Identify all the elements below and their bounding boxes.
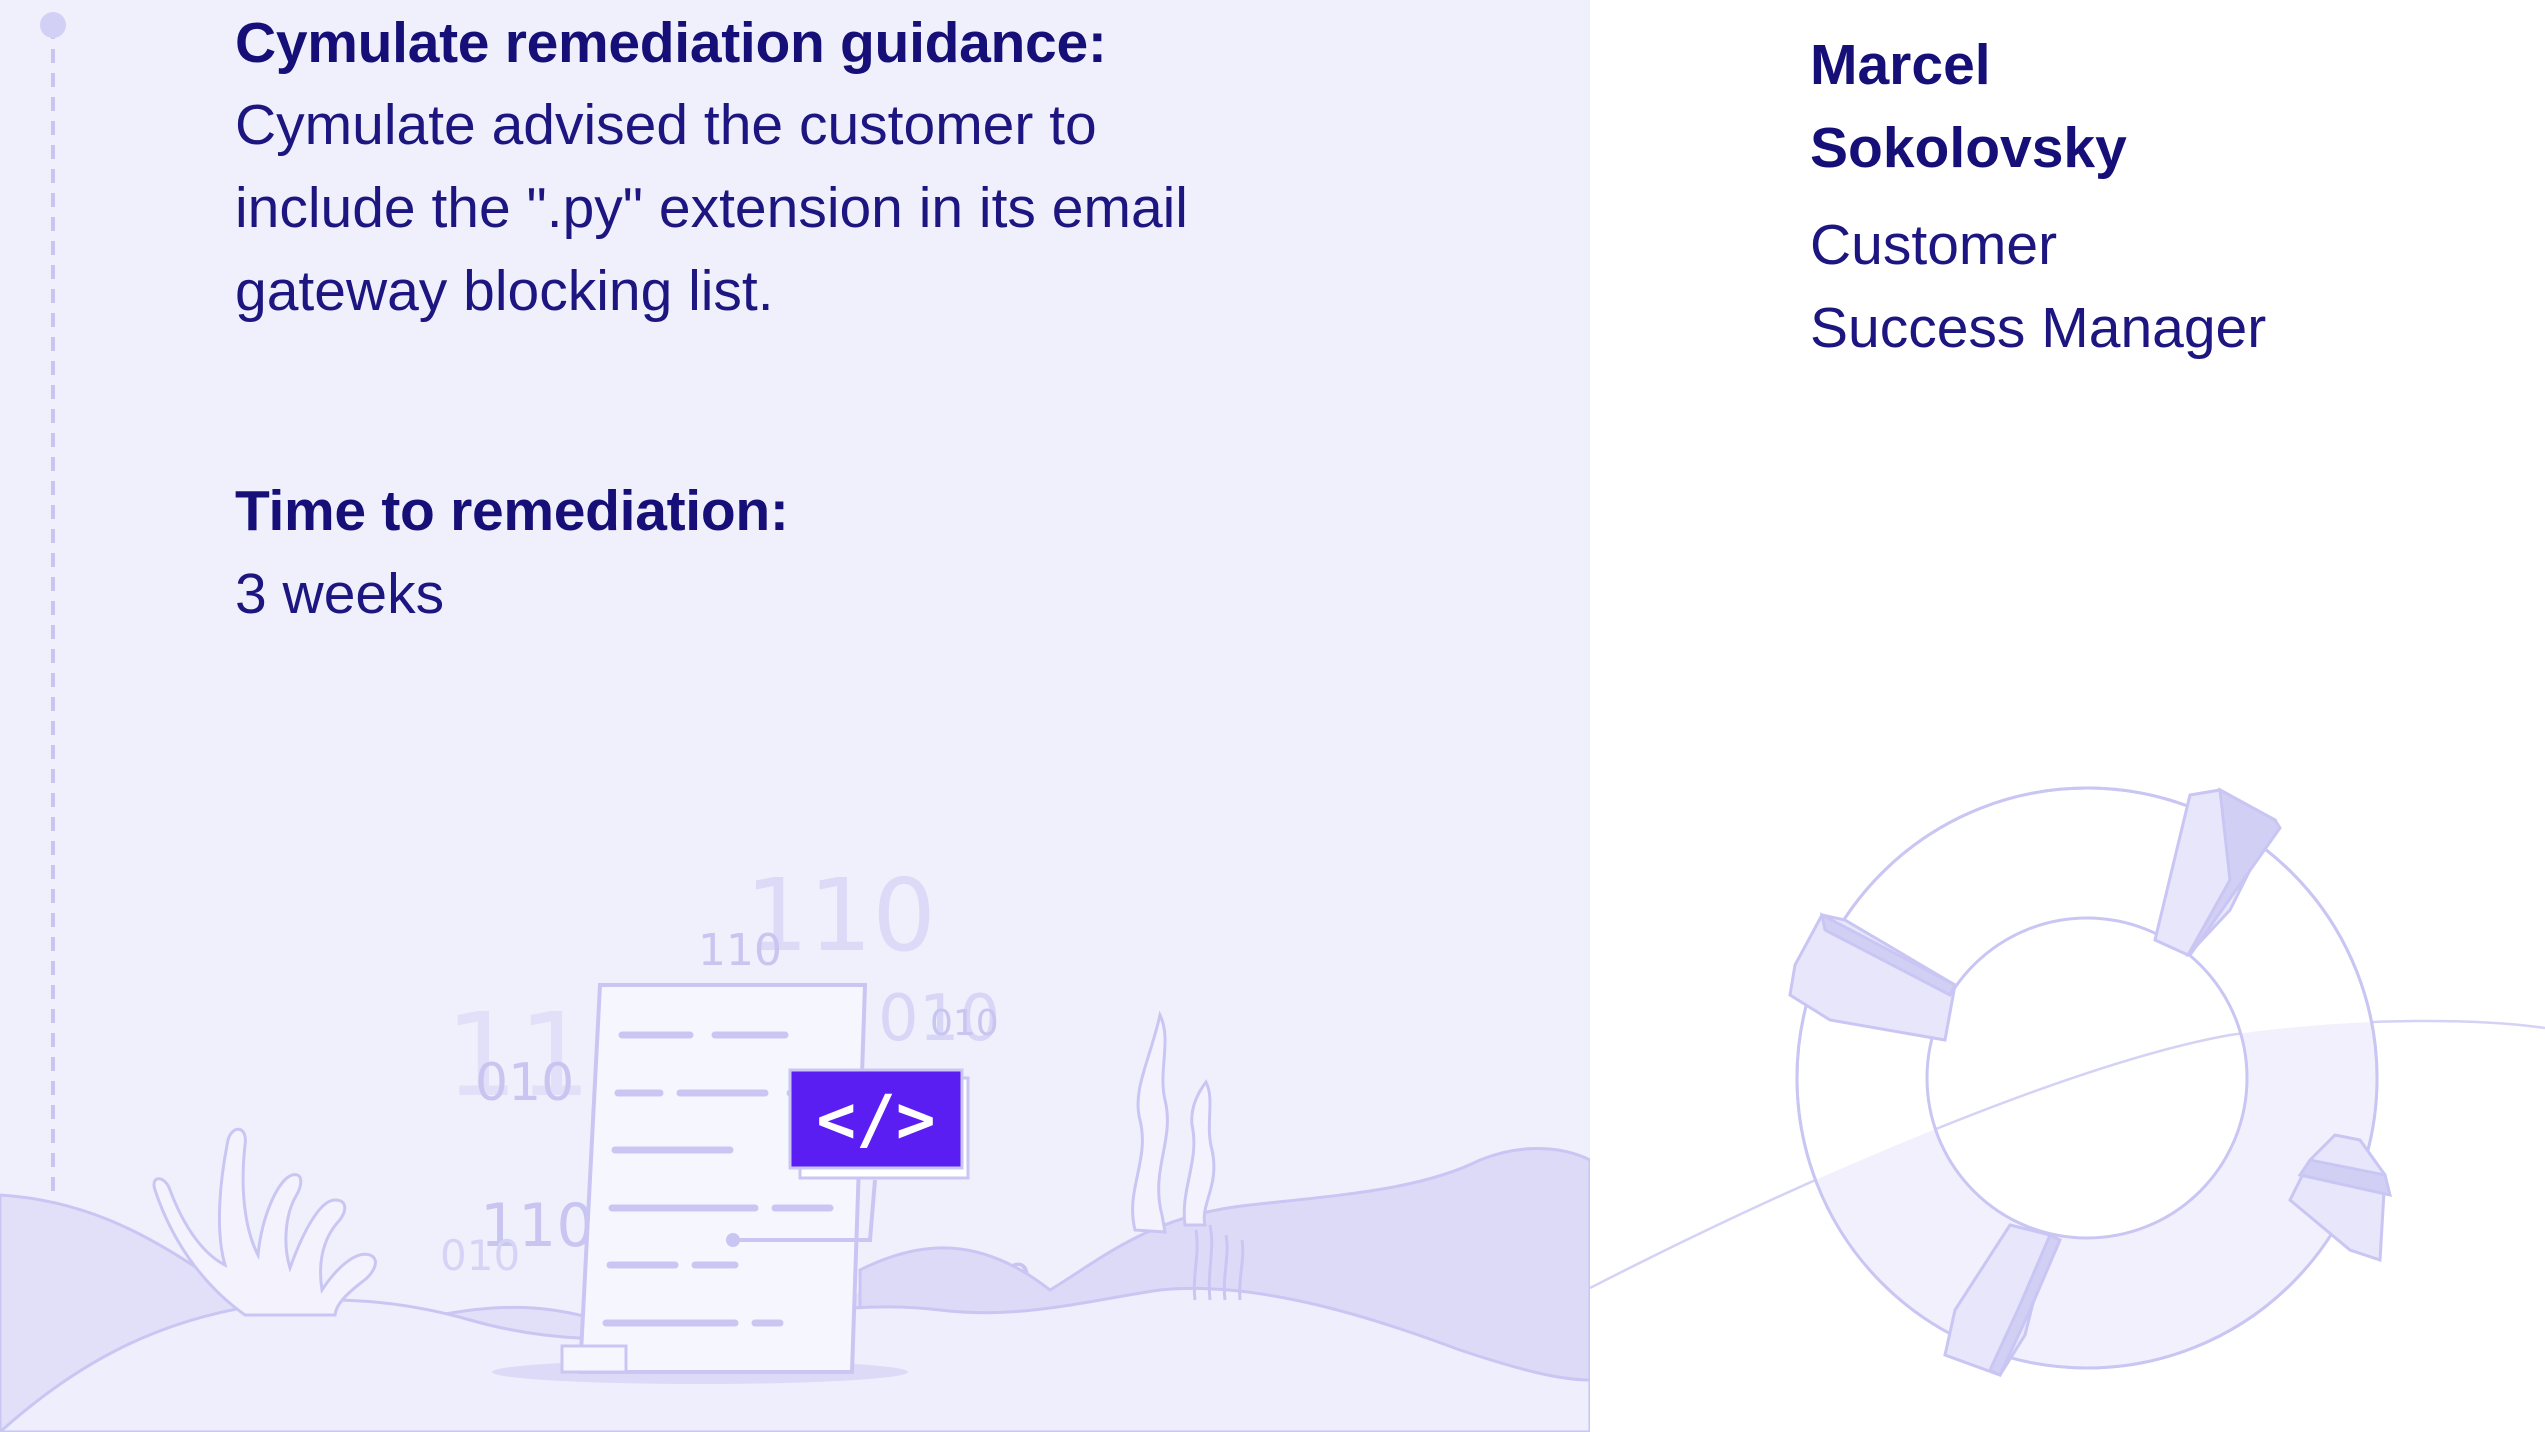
lifebuoy-icon: [1788, 786, 2393, 1378]
code-icon: </>: [816, 1081, 935, 1158]
left-panel: Cymulate remediation guidance: Cymulate …: [0, 0, 1590, 1432]
binary-digits: 010: [475, 1053, 574, 1113]
code-badge: </>: [788, 1068, 970, 1180]
right-panel: Marcel Sokolovsky Customer Success Manag…: [1590, 0, 2545, 1432]
binary-digits: 110: [698, 925, 782, 976]
lifebuoy-illustration: [1590, 786, 2545, 1378]
code-document-illustration: 110 110 010 110 010 010 010 110 010 010: [0, 857, 1590, 1432]
binary-digits: 010: [930, 1003, 999, 1044]
binary-digits: 010: [440, 1231, 520, 1280]
